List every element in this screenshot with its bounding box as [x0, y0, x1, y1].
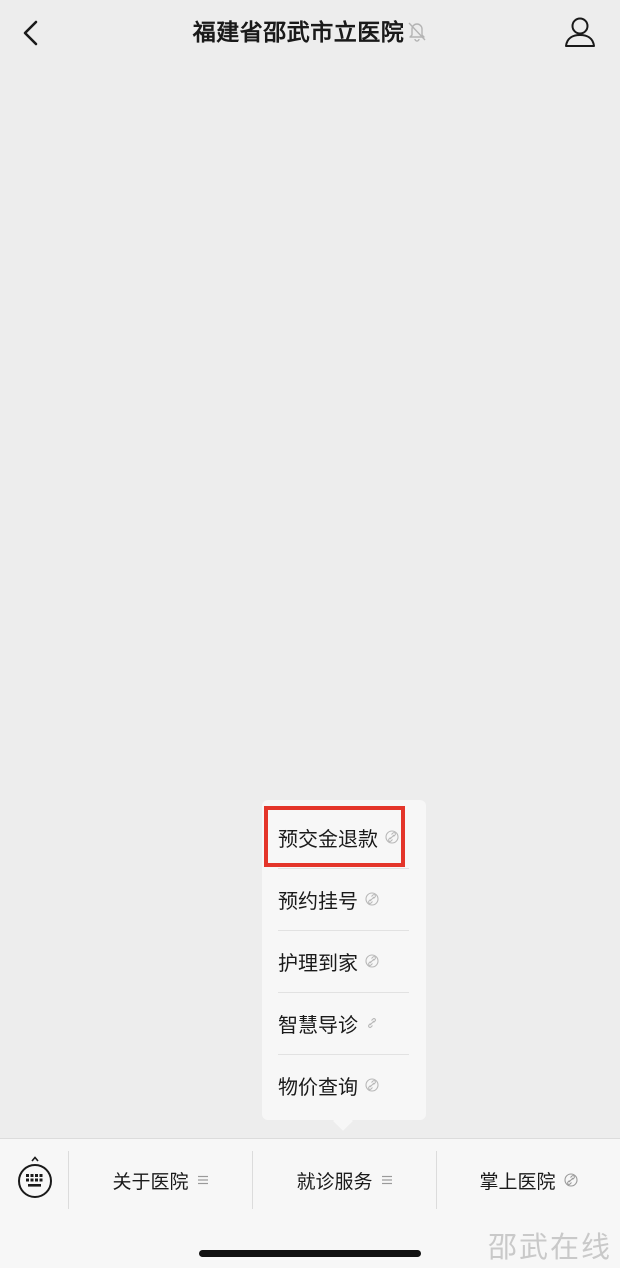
menu-item-medical-services[interactable]: 就诊服务 — [253, 1151, 436, 1209]
submenu-item-label: 物价查询 — [278, 1074, 358, 1099]
highlight-box — [264, 806, 405, 867]
top-nav-bar: 福建省邵武市立医院 — [0, 0, 620, 66]
bell-slash-icon — [407, 18, 427, 52]
menu-item-about-hospital[interactable]: 关于医院 — [69, 1151, 252, 1209]
menu-lines-icon — [197, 1174, 209, 1186]
submenu-item-appointment[interactable]: 预约挂号 — [278, 868, 409, 930]
link-icon — [365, 1016, 379, 1030]
watermark-text: 邵武在线 — [488, 1230, 613, 1264]
link-icon — [563, 1173, 578, 1187]
submenu-item-label: 预约挂号 — [278, 888, 358, 913]
home-indicator[interactable] — [199, 1250, 421, 1257]
menu-item-mobile-hospital[interactable]: 掌上医院 — [437, 1151, 620, 1209]
keyboard-toggle-button[interactable] — [14, 1156, 56, 1202]
link-icon — [365, 1078, 379, 1092]
page-title: 福建省邵武市立医院 — [192, 20, 405, 46]
menu-item-label: 掌上医院 — [479, 1170, 556, 1193]
keyboard-icon — [18, 1156, 52, 1198]
menu-item-label: 关于医院 — [112, 1170, 189, 1193]
link-icon — [365, 892, 379, 906]
link-icon — [365, 954, 379, 968]
submenu-item-label: 护理到家 — [278, 950, 358, 975]
menu-item-label: 就诊服务 — [296, 1170, 373, 1193]
menu-lines-icon — [381, 1174, 393, 1186]
submenu-item-home-nursing[interactable]: 护理到家 — [278, 930, 409, 992]
profile-button[interactable] — [560, 14, 600, 52]
page-title-wrap: 福建省邵武市立医院 — [0, 16, 620, 52]
submenu-item-smart-guide[interactable]: 智慧导诊 — [278, 992, 409, 1054]
person-icon — [565, 17, 595, 47]
submenu-item-label: 智慧导诊 — [278, 1012, 358, 1037]
submenu-item-price-query[interactable]: 物价查询 — [278, 1054, 409, 1116]
